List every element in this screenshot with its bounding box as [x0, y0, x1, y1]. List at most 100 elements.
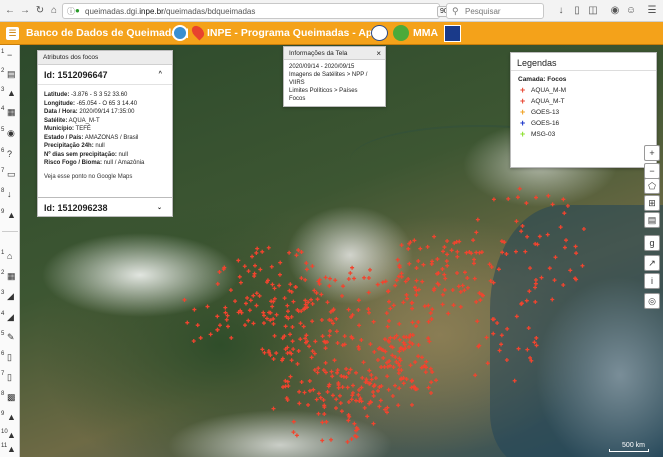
hotspot-marker[interactable] — [516, 346, 521, 351]
hotspot-marker[interactable] — [491, 331, 496, 336]
tool-chart[interactable]: 2 ▤ — [0, 66, 20, 84]
hotspot-marker[interactable] — [410, 300, 415, 305]
hotspot-marker[interactable] — [362, 405, 367, 410]
hotspot-marker[interactable] — [350, 393, 355, 398]
hotspot-marker[interactable] — [316, 411, 321, 416]
hotspot-marker[interactable] — [332, 358, 337, 363]
hotspot-marker[interactable] — [309, 355, 314, 360]
hotspot-marker[interactable] — [327, 276, 332, 281]
tool-clipboard[interactable]: 8 ▩ — [0, 389, 20, 407]
hotspot-marker[interactable] — [562, 245, 567, 250]
hotspot-marker[interactable] — [397, 337, 402, 342]
hotspot-marker[interactable] — [564, 238, 569, 243]
hotspot-marker[interactable] — [550, 297, 555, 302]
hotspot-marker[interactable] — [504, 358, 509, 363]
hotspot-marker[interactable] — [316, 391, 321, 396]
hotspot-marker[interactable] — [580, 263, 585, 268]
hotspot-marker[interactable] — [426, 385, 431, 390]
hotspot-marker[interactable] — [191, 338, 196, 343]
hotspot-marker[interactable] — [391, 303, 396, 308]
hotspot-marker[interactable] — [410, 306, 415, 311]
hotspot-marker[interactable] — [405, 296, 410, 301]
zoom-in-icon[interactable]: + — [644, 145, 660, 161]
hotspot-marker[interactable] — [375, 388, 380, 393]
hotspot-marker[interactable] — [429, 390, 434, 395]
hotspot-marker[interactable] — [558, 225, 563, 230]
hotspot-marker[interactable] — [368, 342, 373, 347]
hotspot-marker[interactable] — [261, 310, 266, 315]
hotspot-marker[interactable] — [290, 325, 295, 330]
hotspot-marker[interactable] — [471, 261, 476, 266]
hotspot-marker[interactable] — [344, 366, 349, 371]
hotspot-marker[interactable] — [525, 347, 530, 352]
hotspot-marker[interactable] — [534, 335, 539, 340]
hotspot-marker[interactable] — [356, 298, 361, 303]
hotspot-marker[interactable] — [520, 223, 525, 228]
hotspot-marker[interactable] — [269, 299, 274, 304]
hotspot-marker[interactable] — [478, 298, 483, 303]
hotspot-marker[interactable] — [446, 311, 451, 316]
hotspot-marker[interactable] — [416, 319, 421, 324]
hotspot-marker[interactable] — [246, 269, 251, 274]
hotspot-marker[interactable] — [288, 374, 293, 379]
hotspot-marker[interactable] — [293, 284, 298, 289]
hotspot-marker[interactable] — [334, 397, 339, 402]
hotspot-marker[interactable] — [410, 320, 415, 325]
tool-help[interactable]: 6? — [0, 146, 20, 164]
hotspot-marker[interactable] — [337, 393, 342, 398]
hotspot-marker[interactable] — [291, 347, 296, 352]
tool-warning[interactable]: 9 ▲ — [0, 207, 20, 225]
hotspot-marker[interactable] — [496, 267, 501, 272]
hotspot-marker[interactable] — [271, 321, 276, 326]
hotspot-marker[interactable] — [340, 385, 345, 390]
hotspot-marker[interactable] — [418, 246, 423, 251]
hotspot-marker[interactable] — [535, 242, 540, 247]
tool-download[interactable]: 8 ↓ — [0, 186, 20, 204]
hotspot-marker[interactable] — [407, 344, 412, 349]
hotspot-marker[interactable] — [487, 262, 492, 267]
hotspot-marker[interactable] — [217, 323, 222, 328]
hotspot-marker[interactable] — [547, 266, 552, 271]
hotspot-marker[interactable] — [225, 324, 230, 329]
hotspot-marker[interactable] — [465, 285, 470, 290]
info-icon[interactable]: i — [644, 273, 660, 289]
hotspot-marker[interactable] — [366, 307, 371, 312]
hotspot-marker[interactable] — [237, 274, 242, 279]
hotspot-marker[interactable] — [333, 278, 338, 283]
hotspot-marker[interactable] — [396, 403, 401, 408]
hotspot-marker[interactable] — [424, 359, 429, 364]
hotspot-marker[interactable] — [352, 276, 357, 281]
hotspot-marker[interactable] — [350, 383, 355, 388]
hotspot-marker[interactable] — [346, 399, 351, 404]
hotspot-marker[interactable] — [441, 249, 446, 254]
hotspot-marker[interactable] — [407, 261, 412, 266]
hotspot-marker[interactable] — [233, 299, 238, 304]
hotspot-marker[interactable] — [352, 421, 357, 426]
tool-screen[interactable]: 7 ▭ — [0, 166, 20, 184]
hotspot-marker[interactable] — [366, 310, 371, 315]
hotspot-marker[interactable] — [366, 290, 371, 295]
hotspot-marker[interactable] — [455, 254, 460, 259]
hotspot-marker[interactable] — [414, 266, 419, 271]
hotspot-marker[interactable] — [393, 383, 398, 388]
hotspot-marker[interactable] — [304, 267, 309, 272]
hotspot-marker[interactable] — [208, 332, 213, 337]
hotspot-marker[interactable] — [297, 401, 302, 406]
hotspot-marker[interactable] — [513, 249, 518, 254]
hotspot-marker[interactable] — [323, 360, 328, 365]
google-maps-link[interactable]: Veja esse ponto no Google Maps — [38, 168, 172, 180]
hotspot-marker[interactable] — [533, 285, 538, 290]
hotspot-marker[interactable] — [397, 386, 402, 391]
locate-icon[interactable]: ◎ — [644, 293, 660, 309]
hotspot-marker[interactable] — [442, 272, 447, 277]
hotspot-marker[interactable] — [391, 365, 396, 370]
hotspot-marker[interactable] — [314, 290, 319, 295]
hotspot-marker[interactable] — [287, 250, 292, 255]
hotspot-marker[interactable] — [312, 288, 317, 293]
hotspot-marker[interactable] — [318, 395, 323, 400]
hotspot-marker[interactable] — [320, 438, 325, 443]
hotspot-marker[interactable] — [561, 283, 566, 288]
hotspot-marker[interactable] — [289, 358, 294, 363]
hotspot-marker[interactable] — [388, 306, 393, 311]
close-icon[interactable]: × — [376, 47, 381, 60]
